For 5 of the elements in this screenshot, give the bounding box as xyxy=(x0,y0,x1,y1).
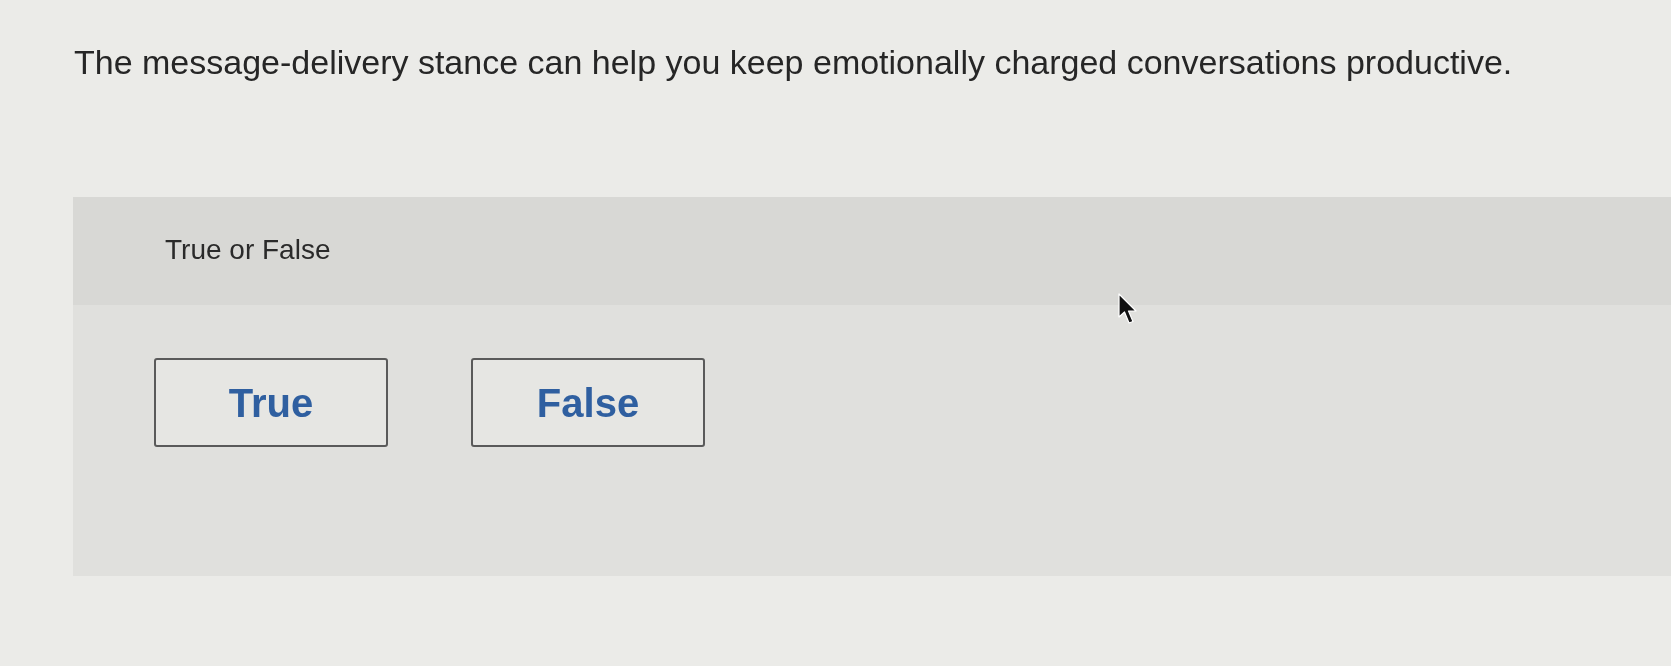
answer-option[interactable]: False xyxy=(471,358,705,447)
mouse-pointer-icon xyxy=(1118,293,1137,325)
question-text: The message-delivery stance can help you keep emotionally charged conversations productive. xyxy=(74,42,1513,83)
prompt-text: True or False xyxy=(165,234,331,266)
answer-option[interactable]: True xyxy=(154,358,388,447)
